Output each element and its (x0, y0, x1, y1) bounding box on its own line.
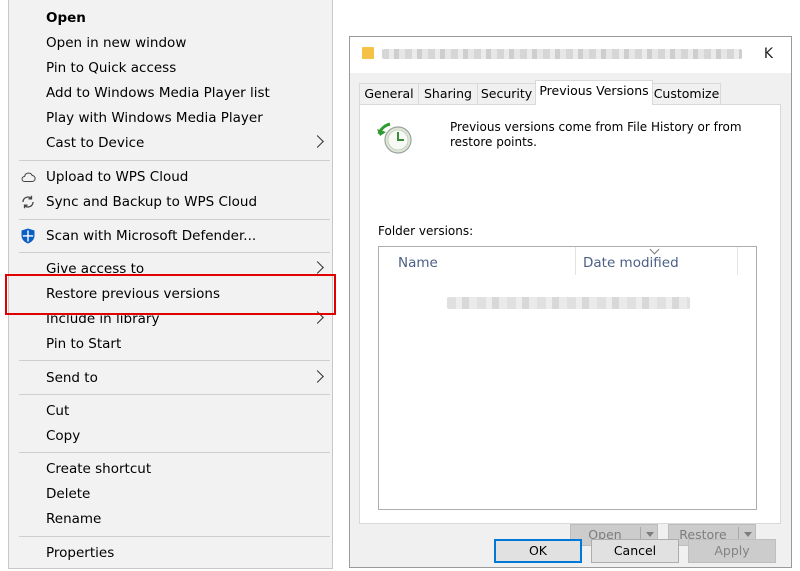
tab-bar: General Sharing Security Previous Versio… (359, 80, 785, 105)
restore-clock-icon (377, 122, 412, 154)
previous-versions-panel: Previous versions come from File History… (359, 104, 781, 546)
menu-item-label: Rename (46, 511, 102, 527)
defender-shield-icon (21, 228, 35, 244)
menu-separator (19, 452, 330, 453)
menu-separator (19, 219, 330, 220)
chevron-right-icon (311, 261, 324, 274)
menu-item-label: Create shortcut (46, 461, 152, 477)
menu-item-cut[interactable]: Cut (9, 399, 332, 423)
column-divider (575, 247, 576, 275)
tab-customize[interactable]: Customize (652, 83, 721, 104)
menu-separator (19, 160, 330, 161)
menu-item-open[interactable]: Open (9, 6, 332, 30)
menu-item-create-shortcut[interactable]: Create shortcut (9, 457, 332, 481)
apply-button[interactable]: Apply (688, 539, 776, 563)
tab-security[interactable]: Security (477, 83, 536, 104)
menu-item-upload-to-wps-cloud[interactable]: Upload to WPS Cloud (9, 165, 332, 189)
chevron-right-icon (311, 370, 324, 383)
folder-icon (362, 47, 374, 59)
menu-separator (19, 252, 330, 253)
menu-item-label: Copy (46, 428, 81, 444)
menu-item-label: Cast to Device (46, 135, 145, 151)
menu-item-label: Properties (46, 545, 115, 561)
tab-label: General (364, 86, 414, 101)
menu-item-pin-to-start[interactable]: Pin to Start (9, 332, 332, 356)
ok-button[interactable]: OK (494, 539, 582, 563)
menu-item-label: Send to (46, 370, 98, 386)
menu-item-open-in-new-window[interactable]: Open in new window (9, 31, 332, 55)
menu-item-cast-to-device[interactable]: Cast to Device (9, 131, 332, 155)
tab-label: Sharing (424, 86, 472, 101)
tab-label: Customize (653, 86, 720, 101)
menu-item-delete[interactable]: Delete (9, 482, 332, 506)
menu-item-rename[interactable]: Rename (9, 507, 332, 531)
sync-icon (22, 195, 34, 209)
tab-label: Security (480, 86, 533, 101)
tab-previous-versions[interactable]: Previous Versions (535, 80, 653, 105)
menu-item-add-to-wmp-list[interactable]: Add to Windows Media Player list (9, 81, 332, 105)
menu-item-label: Cut (46, 403, 70, 419)
menu-item-label: Open (46, 10, 86, 26)
properties-dialog: K General Sharing Security Previous Vers… (349, 36, 792, 568)
cloud-icon (21, 172, 36, 183)
menu-item-label: Add to Windows Media Player list (46, 85, 270, 101)
column-divider (737, 247, 738, 275)
menu-item-label: Pin to Quick access (46, 60, 177, 76)
menu-item-label: Sync and Backup to WPS Cloud (46, 194, 258, 210)
column-header-name[interactable]: Name (398, 255, 438, 271)
menu-item-pin-to-quick-access[interactable]: Pin to Quick access (9, 56, 332, 80)
menu-item-sync-and-backup[interactable]: Sync and Backup to WPS Cloud (9, 190, 332, 214)
menu-item-properties[interactable]: Properties (9, 541, 332, 565)
tab-label: Previous Versions (539, 83, 649, 98)
menu-item-scan-with-defender[interactable]: Scan with Microsoft Defender... (9, 224, 332, 248)
folder-versions-label: Folder versions: (378, 224, 474, 238)
menu-item-label: Upload to WPS Cloud (46, 169, 189, 185)
chevron-right-icon (311, 135, 324, 148)
intro-text: Previous versions come from File History… (450, 120, 742, 149)
folder-versions-list[interactable]: Name Date modified (378, 244, 757, 510)
menu-item-send-to[interactable]: Send to (9, 366, 332, 390)
menu-separator (19, 394, 330, 395)
chevron-down-icon (744, 532, 752, 537)
menu-separator (19, 360, 330, 361)
blurred-version-row[interactable] (447, 297, 690, 309)
close-button[interactable]: K (764, 45, 773, 63)
menu-item-label: Scan with Microsoft Defender... (46, 228, 257, 244)
blurred-title (382, 49, 742, 59)
menu-item-label: Play with Windows Media Player (46, 110, 263, 126)
menu-item-label: Open in new window (46, 35, 187, 51)
column-header-date-modified[interactable]: Date modified (583, 255, 679, 271)
highlight-annotation (5, 274, 336, 315)
menu-item-copy[interactable]: Copy (9, 424, 332, 448)
menu-item-play-with-wmp[interactable]: Play with Windows Media Player (9, 106, 332, 130)
menu-separator (19, 536, 330, 537)
menu-item-label: Pin to Start (46, 336, 122, 352)
chevron-down-icon (646, 532, 654, 537)
tab-general[interactable]: General (359, 83, 419, 104)
cancel-button[interactable]: Cancel (591, 539, 679, 563)
sort-caret-icon (649, 244, 660, 255)
tab-sharing[interactable]: Sharing (418, 83, 478, 104)
menu-item-label: Delete (46, 486, 91, 502)
title-bar: K (350, 37, 791, 73)
